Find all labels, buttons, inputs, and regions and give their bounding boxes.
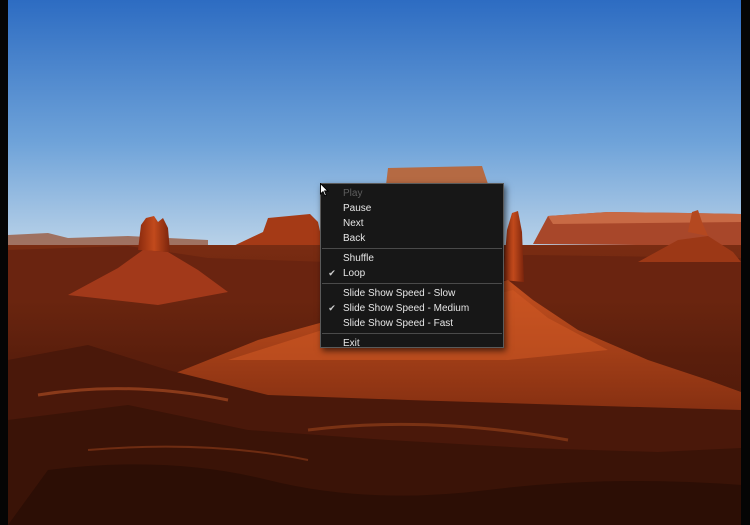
mouse-pointer-icon: [320, 182, 330, 202]
menu-item-shuffle[interactable]: Shuffle: [321, 251, 503, 266]
menu-item-pause[interactable]: Pause: [321, 201, 503, 216]
menu-separator: [322, 333, 502, 334]
checkmark-icon: ✔: [328, 268, 336, 278]
checkmark-icon: ✔: [328, 303, 336, 313]
menu-separator: [322, 283, 502, 284]
menu-item-speed-fast[interactable]: Slide Show Speed - Fast: [321, 316, 503, 331]
menu-item-loop[interactable]: ✔ Loop: [321, 266, 503, 281]
menu-item-play: Play: [343, 188, 363, 199]
menu-item-speed-slow[interactable]: Slide Show Speed - Slow: [321, 286, 503, 301]
menu-item-speed-medium[interactable]: ✔ Slide Show Speed - Medium: [321, 301, 503, 316]
menu-item-next[interactable]: Next: [321, 216, 503, 231]
menu-separator: [322, 248, 502, 249]
menu-item-exit[interactable]: Exit: [321, 336, 503, 351]
menu-item-back[interactable]: Back: [321, 231, 503, 246]
slideshow-context-menu: Play Pause Next Back Shuffle ✔ Loop Slid…: [320, 183, 504, 351]
